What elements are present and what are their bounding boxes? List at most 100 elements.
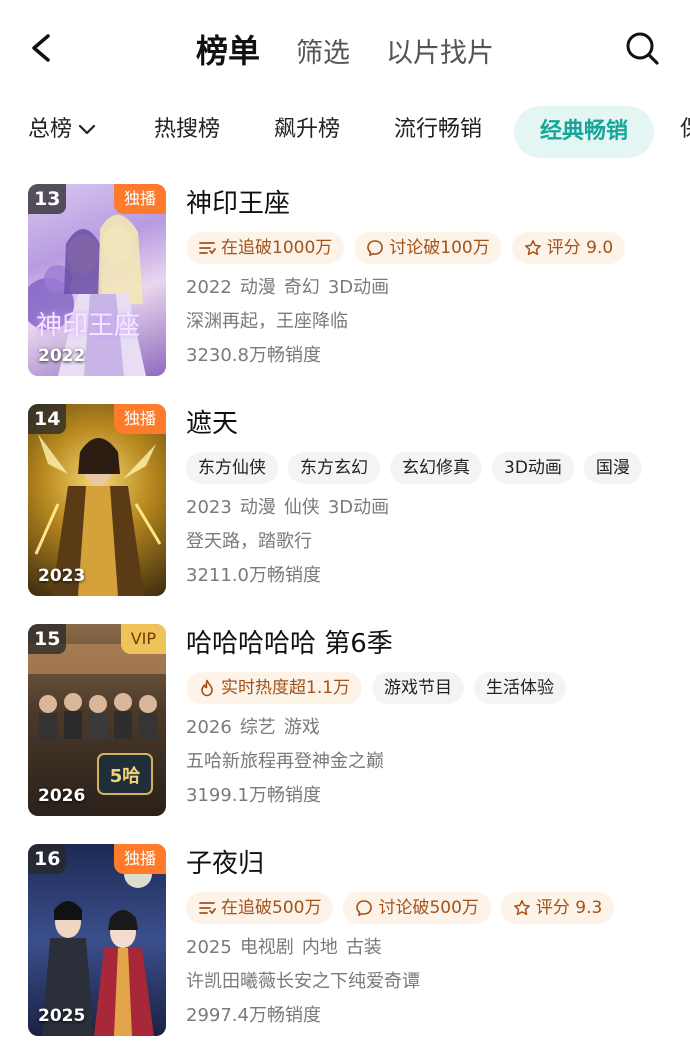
meta-year: 2026 [186,717,232,738]
poster-year: 2025 [38,1006,86,1026]
poster-title-art: 神印王座 [36,311,141,341]
svg-text:5哈: 5哈 [110,765,141,787]
item-description: 深渊再起，王座降临 [186,311,348,332]
chip-label: 讨论破100万 [389,238,490,258]
chip-row: 在追破1000万 讨论破100万 评分 9.0 [186,232,676,266]
rank-badge: 15 [28,624,67,654]
rank-badge: 14 [28,404,67,434]
item-description: 登天路，踏歌行 [186,531,312,552]
list-icon [199,242,216,255]
poster-image[interactable]: 5哈 15 VIP 2026 [28,624,166,816]
genre-tag[interactable]: 玄幻修真 [390,452,482,484]
flame-icon [201,679,213,697]
item-info: 遮天 东方仙侠 东方玄幻 玄幻修真 3D动画 国漫 2023 动漫 仙侠 3D动… [186,404,676,588]
item-sales: 3211.0万畅销度 [186,565,321,586]
meta-genre: 仙侠 [283,497,320,518]
item-sales: 3199.1万畅销度 [186,785,321,806]
back-arrow-icon[interactable] [22,28,62,68]
item-sales: 3230.8万畅销度 [186,345,321,366]
meta-year: 2023 [186,497,232,518]
meta-genre: 3D动画 [327,497,390,518]
chip: 讨论破500万 [343,892,491,924]
star-icon [524,240,541,256]
chip: 讨论破100万 [354,232,502,264]
chip: 评分 9.0 [511,232,626,264]
meta-type: 动漫 [239,277,276,298]
tab-find-by-clip[interactable]: 以片找片 [386,31,494,70]
header-tabs: 榜单 筛选 以片找片 [196,26,494,72]
meta-year: 2022 [186,277,232,298]
list-item[interactable]: 14 独播 2023 遮天 东方仙侠 东方玄幻 玄幻修真 3D动画 国漫 202… [28,404,678,604]
list-item[interactable]: 5哈 15 VIP 2026 哈哈哈哈哈 第6季 实时热度超1.1万 游戏节目 … [28,624,678,824]
list-item[interactable]: 16 独播 2025 子夜归 在追破500万 讨论破500万 评分 9.3 20… [28,844,678,1044]
chip-label: 评分 9.3 [535,898,603,918]
chip: 实时热度超1.1万 [186,672,363,704]
genre-tag[interactable]: 东方玄幻 [288,452,380,484]
item-title: 神印王座 [186,189,291,219]
meta-year: 2025 [186,937,232,958]
meta-genre: 3D动画 [327,277,390,298]
item-meta: 2025 电视剧 内地 古装 [186,936,676,960]
chip-row: 在追破500万 讨论破500万 评分 9.3 [186,892,676,926]
chip-label: 在追破1000万 [221,238,333,258]
list-icon [199,902,216,915]
chip: 评分 9.3 [500,892,615,924]
item-info: 哈哈哈哈哈 第6季 实时热度超1.1万 游戏节目 生活体验 2026 综艺 游戏… [186,624,676,808]
category-tab-more[interactable]: 保 [680,104,690,156]
category-tab-hot-search[interactable]: 热搜榜 [154,104,220,156]
chip-row: 东方仙侠 东方玄幻 玄幻修真 3D动画 国漫 [186,452,676,486]
category-tab-overall[interactable]: 总榜 [28,104,96,156]
genre-tag[interactable]: 国漫 [583,452,642,484]
comment-icon [356,900,373,917]
exclusive-badge: 独播 [113,184,166,214]
exclusive-badge: 独播 [113,404,166,434]
poster-year: 2026 [38,786,86,806]
item-meta: 2023 动漫 仙侠 3D动画 [186,496,676,520]
meta-genre: 奇幻 [283,277,320,298]
star-icon [513,900,530,916]
item-title: 子夜归 [186,849,265,879]
tab-ranking[interactable]: 榜单 [196,26,260,72]
item-meta: 2022 动漫 奇幻 3D动画 [186,276,676,300]
item-sales: 2997.4万畅销度 [186,1005,321,1026]
meta-type: 动漫 [239,497,276,518]
category-label: 总榜 [28,117,73,142]
item-description: 许凯田曦薇长安之下纯爱奇谭 [186,971,420,992]
list-item[interactable]: 神印王座 13 独播 2022 神印王座 在追破1000万 讨论破100万 评分… [28,184,678,384]
item-info: 子夜归 在追破500万 讨论破500万 评分 9.3 2025 电视剧 内地 古… [186,844,676,1028]
chevron-down-icon [78,104,96,156]
item-title: 哈哈哈哈哈 第6季 [186,629,393,659]
genre-tag[interactable]: 生活体验 [474,672,567,704]
genre-tag[interactable]: 3D动画 [492,452,574,484]
item-info: 神印王座 在追破1000万 讨论破100万 评分 9.0 2022 动漫 奇幻 … [186,184,676,368]
tab-filter[interactable]: 筛选 [296,31,350,70]
chip-label: 实时热度超1.1万 [221,678,351,698]
meta-genre: 游戏 [283,717,320,738]
rank-badge: 16 [28,844,67,874]
genre-tag[interactable]: 游戏节目 [372,672,465,704]
category-tab-classic-sales[interactable]: 经典畅销 [514,106,655,158]
chip: 在追破1000万 [186,232,345,264]
rank-badge: 13 [28,184,67,214]
chip-label: 评分 9.0 [546,238,614,258]
comment-icon [367,240,384,257]
chip: 在追破500万 [186,892,334,924]
top-bar: 榜单 筛选 以片找片 [0,0,690,100]
vip-badge: VIP [120,624,166,654]
item-title: 遮天 [186,409,239,439]
category-tab-rising[interactable]: 飙升榜 [274,104,340,156]
meta-type: 电视剧 [239,937,294,958]
poster-image[interactable]: 神印王座 13 独播 2022 [28,184,166,376]
exclusive-badge: 独播 [113,844,166,874]
chip-label: 讨论破500万 [378,898,479,918]
poster-image[interactable]: 16 独播 2025 [28,844,166,1036]
poster-year: 2022 [38,346,86,366]
meta-genre: 古装 [345,937,382,958]
poster-year: 2023 [38,566,86,586]
genre-tag[interactable]: 东方仙侠 [186,452,278,484]
search-icon[interactable] [622,28,662,68]
poster-image[interactable]: 14 独播 2023 [28,404,166,596]
meta-type: 综艺 [239,717,276,738]
meta-region: 内地 [301,937,338,958]
category-tab-popular-sales[interactable]: 流行畅销 [394,104,482,156]
